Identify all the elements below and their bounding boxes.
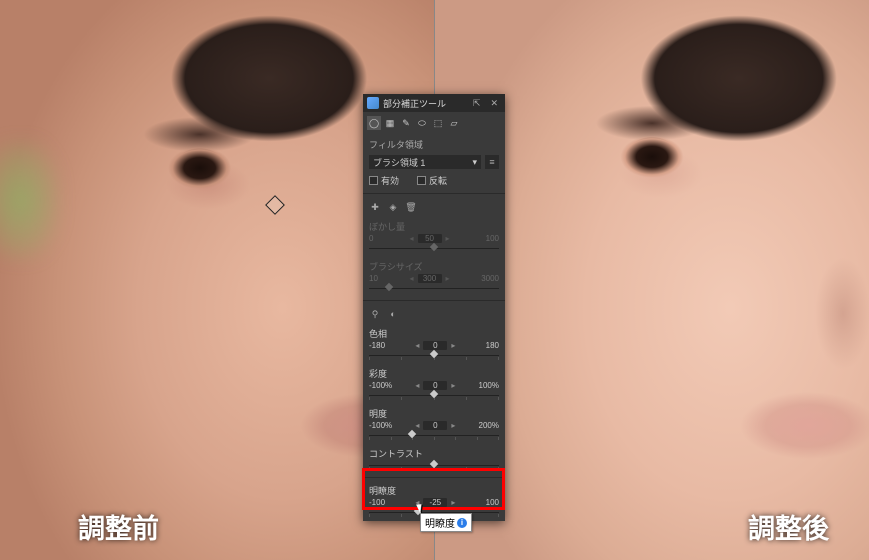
clarity-value[interactable]: -25 [423,498,447,507]
circle-mask-icon[interactable]: ◯ [367,116,381,130]
palette-icon[interactable]: ◐ [387,308,399,320]
blur-slider: ぼかし量 0 ◂ 50 ▸ 100 [363,217,505,257]
panel-header[interactable]: 部分補正ツール ⇱ ✕ [363,94,505,112]
panel-icon [367,97,379,109]
enable-checkbox[interactable]: 有効 [369,174,399,187]
pin-icon[interactable]: ⇱ [470,98,484,109]
brushsize-value[interactable]: 300 [418,274,442,283]
sat-label: 彩度 [369,367,387,380]
clarity-label: 明瞭度 [369,484,396,497]
region-menu-button[interactable]: ≡ [485,155,499,169]
brushsize-increment[interactable]: ▸ [444,274,452,283]
brush-erase-icon[interactable]: ◈ [387,201,399,213]
filter-section-label: フィルタ領域 [363,134,505,153]
hue-max: 180 [486,341,499,350]
hue-min: -180 [369,341,385,350]
bright-value[interactable]: 0 [423,421,447,430]
sat-max: 100% [479,381,499,390]
sat-value[interactable]: 0 [423,381,447,390]
brushsize-min: 10 [369,274,378,283]
panel-title: 部分補正ツール [383,97,466,110]
brush-ops-row: ✚ ◈ 🗑 [363,197,505,217]
before-caption: 調整前 [78,507,159,546]
color-ops-row: ⚲ ◐ [363,304,505,324]
ellipse-mask-icon[interactable]: ⬭ [415,116,429,130]
sat-decrement[interactable]: ◂ [413,381,421,390]
blur-label: ぼかし量 [369,220,405,233]
bright-label: 明度 [369,407,387,420]
invert-checkbox[interactable]: 反転 [417,174,447,187]
brush-mask-icon[interactable]: ✎ [399,116,413,130]
region-dropdown[interactable]: ブラシ領域 1 ▾ [369,155,481,169]
saturation-slider: 彩度 -100% ◂ 0 ▸ 100% [363,364,505,404]
close-icon[interactable]: ✕ [487,98,501,109]
tooltip-text: 明瞭度 [425,515,455,530]
brushsize-track[interactable] [369,285,499,293]
hue-slider: 色相 -180 ◂ 0 ▸ 180 [363,324,505,364]
clarity-tooltip: 明瞭度 i [420,513,472,532]
contrast-slider: コントラスト [363,444,505,474]
info-icon: i [457,518,467,528]
contrast-track[interactable] [369,462,499,470]
chevron-down-icon: ▾ [472,157,477,168]
region-dropdown-label: ブラシ領域 1 [373,156,425,169]
clarity-max: 100 [486,498,499,507]
region-row: ブラシ領域 1 ▾ ≡ [363,153,505,171]
brush-add-icon[interactable]: ✚ [369,201,381,213]
hue-increment[interactable]: ▸ [449,341,457,350]
adjustment-panel: 部分補正ツール ⇱ ✕ ◯ ▦ ✎ ⬭ ⬚ ▱ フィルタ領域 ブラシ領域 1 ▾… [363,94,505,521]
bright-track[interactable] [369,432,499,440]
sat-min: -100% [369,381,392,390]
sat-increment[interactable]: ▸ [449,381,457,390]
brushsize-slider: ブラシサイズ 10 ◂ 300 ▸ 3000 [363,257,505,297]
brushsize-max: 3000 [481,274,499,283]
rect-mask-icon[interactable]: ⬚ [431,116,445,130]
hue-track[interactable] [369,352,499,360]
clarity-increment[interactable]: ▸ [449,498,457,507]
mask-tools-row: ◯ ▦ ✎ ⬭ ⬚ ▱ [363,112,505,134]
invert-label: 反転 [429,174,447,187]
eyedropper-icon[interactable]: ⚲ [369,308,381,320]
polygon-mask-icon[interactable]: ▱ [447,116,461,130]
sat-track[interactable] [369,392,499,400]
blur-increment[interactable]: ▸ [444,234,452,243]
gradient-mask-icon[interactable]: ▦ [383,116,397,130]
after-caption: 調整後 [748,507,829,546]
enable-label: 有効 [381,174,399,187]
bright-increment[interactable]: ▸ [449,421,457,430]
hue-value[interactable]: 0 [423,341,447,350]
bright-min: -100% [369,421,392,430]
brushsize-label: ブラシサイズ [369,260,423,273]
brush-delete-icon[interactable]: 🗑 [405,201,417,213]
blur-track[interactable] [369,245,499,253]
blur-max: 100 [486,234,499,243]
region-options-row: 有効 反転 [363,171,505,190]
bright-max: 200% [479,421,499,430]
clarity-min: -100 [369,498,385,507]
brightness-slider: 明度 -100% ◂ 0 ▸ 200% [363,404,505,444]
hue-decrement[interactable]: ◂ [413,341,421,350]
bright-decrement[interactable]: ◂ [413,421,421,430]
hue-label: 色相 [369,327,387,340]
brushsize-decrement[interactable]: ◂ [408,274,416,283]
blur-decrement[interactable]: ◂ [408,234,416,243]
contrast-label: コントラスト [369,447,423,460]
blur-value[interactable]: 50 [418,234,442,243]
blur-min: 0 [369,234,373,243]
